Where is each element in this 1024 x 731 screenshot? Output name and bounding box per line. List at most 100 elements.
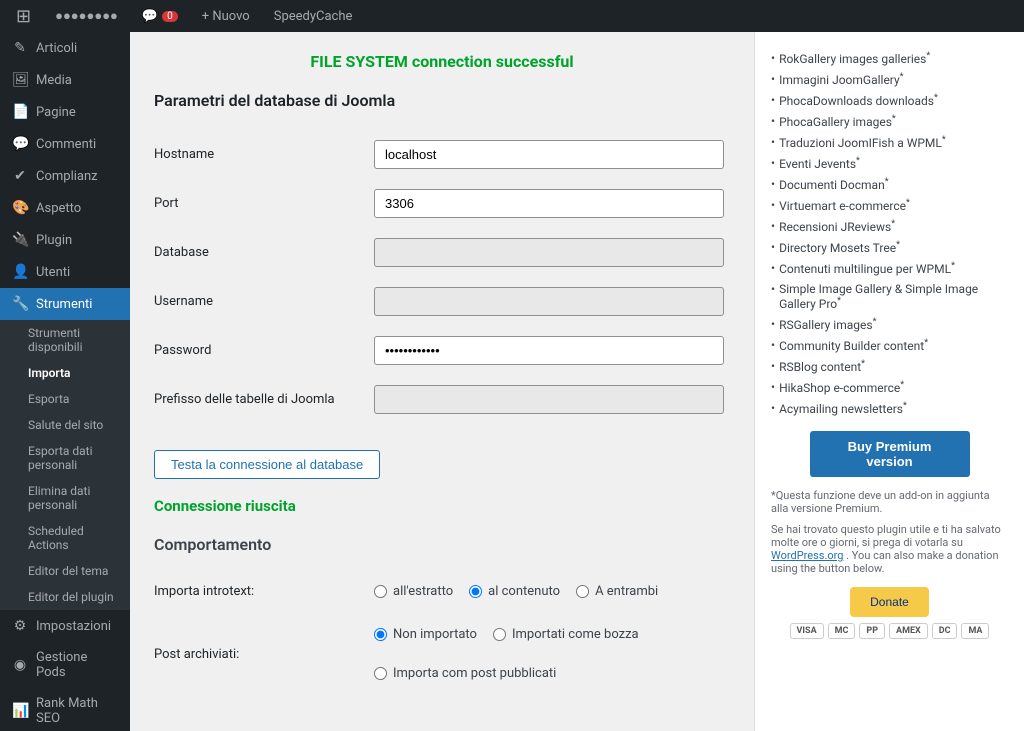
sidebar-item-strumenti[interactable]: 🔧 Strumenti [0, 288, 130, 320]
archived-option-pubblicato: Importa com post pubblicati [374, 666, 556, 681]
sidebar-item-articoli[interactable]: ✎ Articoli [0, 32, 130, 64]
payment-icons: VISA MC PP AMEX DC MA [771, 623, 1008, 639]
sidebar-item-media[interactable]: 🖼 Media [0, 64, 130, 96]
submenu-editor-del-tema[interactable]: Editor del tema [0, 558, 130, 584]
list-item: PhocaDownloads downloads* [771, 90, 1008, 111]
submenu-importa[interactable]: Importa [0, 360, 130, 386]
introtext-label-entrambi: A entrambi [595, 584, 658, 599]
settings-icon: ⚙ [12, 618, 28, 634]
sidebar-item-commenti[interactable]: 💬 Commenti [0, 128, 130, 160]
archived-radio-group: Non importato Importati come bozza Impor… [374, 623, 730, 685]
submenu-esporta[interactable]: Esporta [0, 386, 130, 412]
sidebar-item-gestione-pods[interactable]: ◉ Gestione Pods [0, 642, 130, 688]
introtext-option-entrambi: A entrambi [576, 584, 658, 599]
introtext-radio-contenuto[interactable] [469, 585, 482, 598]
list-item: Community Builder content* [771, 335, 1008, 356]
sidebar-label-media: Media [36, 73, 72, 88]
submenu-salute-del-sito[interactable]: Salute del sito [0, 412, 130, 438]
introtext-label-contenuto: al contenuto [488, 584, 560, 599]
feature-text: Community Builder content* [779, 338, 928, 353]
submenu-elimina-dati-personali[interactable]: Elimina dati personali [0, 478, 130, 518]
archived-radio-non-importato[interactable] [374, 628, 387, 641]
sidebar-item-pagine[interactable]: 📄 Pagine [0, 96, 130, 128]
amex-icon: AMEX [889, 623, 928, 639]
introtext-radio-entrambi[interactable] [576, 585, 589, 598]
hostname-row: Hostname [154, 130, 730, 179]
sidebar-item-utenti[interactable]: 👤 Utenti [0, 256, 130, 288]
sidebar-label-impostazioni: Impostazioni [36, 619, 111, 634]
feature-text: Contenuti multilingue per WPML* [779, 261, 955, 276]
main-area: FILE SYSTEM connection successful Parame… [130, 0, 1024, 731]
behavior-section-title: Comportamento [154, 535, 730, 554]
sidebar-item-complianz[interactable]: ✔ Complianz [0, 160, 130, 192]
database-row: Database [154, 228, 730, 277]
rating-text: Se hai trovato questo plugin utile e ti … [771, 523, 1008, 575]
test-connection-button[interactable]: Testa la connessione al database [154, 450, 380, 479]
comments-menu-item[interactable]: 💬 0 [134, 9, 186, 24]
list-item: Acymailing newsletters* [771, 398, 1008, 419]
port-row: Port [154, 179, 730, 228]
hostname-label: Hostname [154, 147, 214, 162]
sidebar-item-impostazioni[interactable]: ⚙ Impostazioni [0, 610, 130, 642]
sidebar-label-aspetto: Aspetto [36, 201, 81, 216]
archived-label: Post archiviati: [154, 647, 239, 662]
feature-text: HikaShop e-commerce* [779, 380, 904, 395]
site-name[interactable]: ●●●●●●●● [47, 8, 126, 24]
sidebar-item-plugin[interactable]: 🔌 Plugin [0, 224, 130, 256]
list-item: RSGallery images* [771, 314, 1008, 335]
list-item: Documenti Docman* [771, 174, 1008, 195]
prefix-label: Prefisso delle tabelle di Joomla [154, 392, 335, 407]
introtext-radio-estratto[interactable] [374, 585, 387, 598]
right-panel: RokGallery images galleries*Immagini Joo… [754, 32, 1024, 731]
test-connection-area: Testa la connessione al database [154, 440, 730, 489]
mc-icon: MC [828, 623, 856, 639]
donate-label: Donate [870, 595, 909, 609]
users-icon: 👤 [12, 264, 28, 280]
tools-icon: 🔧 [12, 296, 28, 312]
sidebar-label-articoli: Articoli [36, 41, 77, 56]
plugin-icon: 🔌 [12, 232, 28, 248]
archived-radio-bozza[interactable] [493, 628, 506, 641]
paypal-icon: PP [859, 623, 885, 639]
wp-logo-icon[interactable]: ⊞ [8, 6, 39, 27]
behavior-form-table: Importa introtext: all'estratto al conte… [154, 570, 730, 695]
buy-premium-button[interactable]: Buy Premium version [810, 431, 970, 477]
password-input[interactable] [374, 336, 724, 365]
content-area: FILE SYSTEM connection successful Parame… [130, 32, 754, 731]
password-row: Password [154, 326, 730, 375]
submenu-scheduled-actions[interactable]: Scheduled Actions [0, 518, 130, 558]
admin-bar: ⊞ ●●●●●●●● 💬 0 + Nuovo SpeedyCache [0, 0, 1024, 32]
feature-text: RokGallery images galleries* [779, 51, 930, 66]
complianz-icon: ✔ [12, 168, 28, 184]
hostname-input[interactable] [374, 140, 724, 169]
prefix-input[interactable] [374, 385, 724, 414]
username-row: Username [154, 277, 730, 326]
feature-text: RSGallery images* [779, 317, 876, 332]
aspetto-icon: 🎨 [12, 200, 28, 216]
submenu-editor-del-plugin[interactable]: Editor del plugin [0, 584, 130, 610]
sidebar-item-rank-math-seo[interactable]: 📊 Rank Math SEO [0, 688, 130, 731]
speedycache-menu[interactable]: SpeedyCache [266, 9, 361, 24]
sidebar-label-pagine: Pagine [36, 105, 76, 120]
feature-text: Traduzioni JoomIFish a WPML* [779, 135, 946, 150]
new-content-menu[interactable]: + Nuovo [194, 9, 258, 24]
database-input[interactable] [374, 238, 724, 267]
list-item: Virtuemart e-commerce* [771, 195, 1008, 216]
submenu-strumenti-disponibili[interactable]: Strumenti disponibili [0, 320, 130, 360]
fs-success-message: FILE SYSTEM connection successful [154, 52, 730, 71]
comments-sidebar-icon: 💬 [12, 136, 28, 152]
sidebar-item-aspetto[interactable]: 🎨 Aspetto [0, 192, 130, 224]
archived-option-bozza: Importati come bozza [493, 627, 639, 642]
list-item: Contenuti multilingue per WPML* [771, 258, 1008, 279]
list-item: Recensioni JReviews* [771, 216, 1008, 237]
feature-text: Directory Mosets Tree* [779, 240, 900, 255]
wordpress-org-link[interactable]: WordPress.org [771, 549, 843, 562]
archived-label-bozza: Importati come bozza [512, 627, 639, 642]
port-input[interactable] [374, 189, 724, 218]
username-input[interactable] [374, 287, 724, 316]
submenu-esporta-dati-personali[interactable]: Esporta dati personali [0, 438, 130, 478]
list-item: RSBlog content* [771, 356, 1008, 377]
donate-button[interactable]: Donate [850, 587, 929, 617]
archived-radio-pubblicato[interactable] [374, 667, 387, 680]
archived-option-non-importato: Non importato [374, 627, 477, 642]
